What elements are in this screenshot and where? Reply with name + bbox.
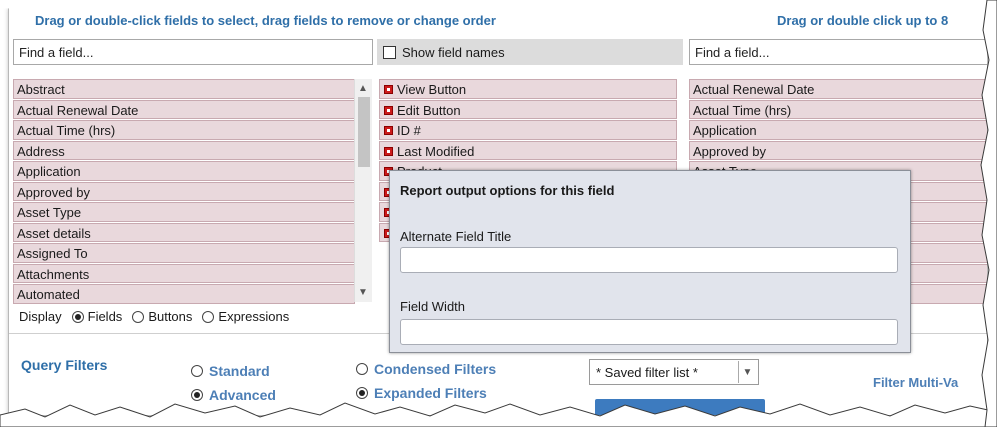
field-item[interactable]: Address (13, 140, 355, 160)
remove-marker-icon[interactable] (384, 146, 393, 156)
right-field-item[interactable]: Actual Time (hrs) (689, 99, 987, 119)
radio-expressions-label: Expressions (218, 309, 290, 324)
selected-field-item[interactable]: View Button (379, 79, 677, 99)
chevron-down-icon[interactable]: ▼ (738, 361, 756, 383)
display-label: Display (19, 309, 62, 324)
blue-action-button[interactable] (595, 399, 765, 415)
field-item[interactable]: Assigned To (13, 243, 355, 263)
field-width-label: Field Width (400, 299, 466, 314)
right-field-item[interactable]: Approved by (689, 140, 987, 160)
alt-title-input[interactable] (400, 247, 898, 273)
query-filters-title: Query Filters (21, 357, 108, 373)
field-item[interactable]: Actual Time (hrs) (13, 120, 355, 140)
scroll-down-icon[interactable]: ▼ (358, 287, 368, 298)
filter-multi-value-label: Filter Multi-Va (873, 375, 959, 390)
selected-field-item[interactable]: Edit Button (379, 99, 677, 119)
right-hint-text: Drag or double click up to 8 (777, 13, 949, 28)
find-field-input-right[interactable] (689, 39, 987, 65)
radio-buttons-label: Buttons (148, 309, 193, 324)
saved-filter-value: * Saved filter list * (596, 364, 698, 380)
filter-advanced-option[interactable]: Advanced (191, 387, 276, 403)
field-output-options-popup: Report output options for this field Alt… (389, 170, 911, 353)
field-item[interactable]: Approved by (13, 181, 355, 201)
remove-marker-icon[interactable] (384, 105, 393, 115)
remove-marker-icon[interactable] (384, 85, 393, 94)
field-item[interactable]: Application (13, 161, 355, 181)
field-item[interactable]: Asset Type (13, 202, 355, 222)
scroll-up-icon[interactable]: ▲ (358, 83, 368, 94)
condensed-filters-option[interactable]: Condensed Filters (356, 361, 496, 377)
radio-fields[interactable] (71, 310, 84, 323)
selected-field-item[interactable]: ID # (379, 120, 677, 140)
available-fields-list: Abstract Actual Renewal Date Actual Time… (13, 79, 375, 304)
radio-advanced[interactable] (191, 389, 203, 401)
display-options: Display Fields Buttons Expressions (19, 309, 289, 324)
radio-buttons[interactable] (132, 310, 145, 323)
alt-title-label: Alternate Field Title (400, 229, 512, 244)
scroll-thumb[interactable] (358, 97, 370, 167)
right-field-item[interactable]: Actual Renewal Date (689, 79, 987, 99)
field-item[interactable]: Asset details (13, 222, 355, 242)
saved-filter-select[interactable]: * Saved filter list * ▼ (589, 359, 759, 385)
show-field-names-label: Show field names (402, 44, 505, 60)
fields-scrollbar[interactable]: ▲ ▼ (354, 79, 372, 302)
report-field-chooser: Drag or double-click fields to select, d… (8, 6, 988, 416)
field-item[interactable]: Attachments (13, 263, 355, 283)
show-field-names-toggle[interactable]: Show field names (377, 39, 683, 65)
left-hint-text: Drag or double-click fields to select, d… (35, 13, 496, 28)
find-field-input-left[interactable] (13, 39, 373, 65)
radio-fields-label: Fields (87, 309, 123, 324)
field-width-input[interactable] (400, 319, 898, 345)
remove-marker-icon[interactable] (384, 126, 393, 135)
radio-expanded[interactable] (356, 387, 368, 399)
field-item[interactable]: Automated (13, 284, 355, 304)
filter-standard-option[interactable]: Standard (191, 363, 270, 379)
radio-condensed[interactable] (356, 363, 368, 375)
field-item[interactable]: Abstract (13, 79, 355, 99)
expanded-filters-option[interactable]: Expanded Filters (356, 385, 487, 401)
radio-standard[interactable] (191, 365, 203, 377)
radio-expressions[interactable] (202, 310, 215, 323)
right-field-item[interactable]: Application (689, 120, 987, 140)
field-item[interactable]: Actual Renewal Date (13, 99, 355, 119)
selected-field-item[interactable]: Last Modified (379, 140, 677, 160)
checkbox-icon[interactable] (383, 45, 396, 59)
popup-title: Report output options for this field (400, 183, 615, 198)
